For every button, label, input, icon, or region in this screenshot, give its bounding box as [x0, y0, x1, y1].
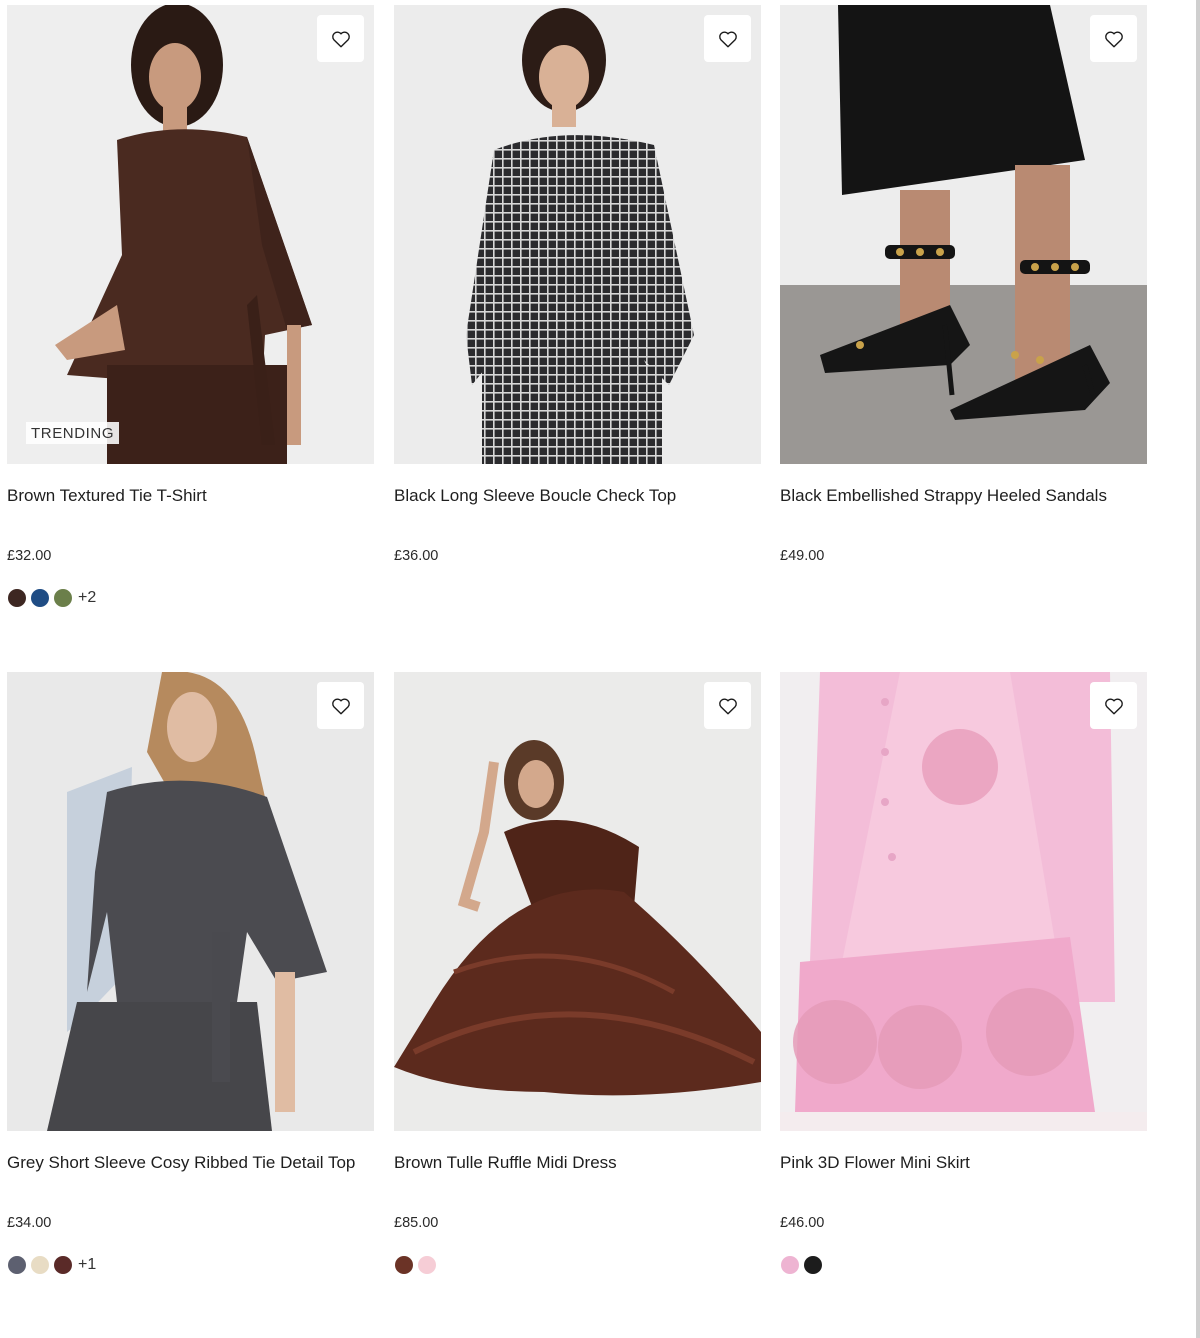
- product-image[interactable]: [780, 5, 1147, 464]
- product-photo-brown-top: [7, 5, 374, 464]
- heart-outline-icon: [331, 698, 350, 714]
- product-image[interactable]: [780, 672, 1147, 1131]
- more-colors-link[interactable]: +1: [78, 1256, 96, 1274]
- product-name[interactable]: Pink 3D Flower Mini Skirt: [780, 1153, 970, 1173]
- scrollbar-track[interactable]: [1196, 0, 1200, 1338]
- product-price: £36.00: [394, 548, 439, 564]
- product-card[interactable]: Brown Tulle Ruffle Midi Dress £85.00: [394, 672, 761, 1274]
- wishlist-button[interactable]: [1090, 682, 1137, 729]
- color-swatch[interactable]: [31, 589, 49, 607]
- product-price: £32.00: [7, 548, 52, 564]
- color-swatch[interactable]: [8, 589, 26, 607]
- product-price: £46.00: [780, 1215, 825, 1231]
- product-price: £49.00: [780, 548, 825, 564]
- heart-outline-icon: [1104, 31, 1123, 47]
- product-price: £34.00: [7, 1215, 52, 1231]
- product-name[interactable]: Grey Short Sleeve Cosy Ribbed Tie Detail…: [7, 1153, 355, 1173]
- color-swatch[interactable]: [54, 1256, 72, 1274]
- product-photo-check-top: [394, 5, 761, 464]
- color-swatch[interactable]: [395, 1256, 413, 1274]
- wishlist-button[interactable]: [704, 682, 751, 729]
- product-image[interactable]: [7, 672, 374, 1131]
- color-swatch[interactable]: [781, 1256, 799, 1274]
- heart-outline-icon: [718, 31, 737, 47]
- product-card[interactable]: Black Long Sleeve Boucle Check Top £36.0…: [394, 5, 761, 564]
- color-swatches: [395, 1256, 436, 1274]
- product-photo-sandals: [780, 5, 1147, 464]
- product-name[interactable]: Brown Tulle Ruffle Midi Dress: [394, 1153, 617, 1173]
- product-name[interactable]: Black Embellished Strappy Heeled Sandals: [780, 486, 1107, 506]
- color-swatch[interactable]: [31, 1256, 49, 1274]
- product-photo-grey-top: [7, 672, 374, 1131]
- color-swatch[interactable]: [804, 1256, 822, 1274]
- color-swatches: +2: [8, 589, 96, 607]
- product-image[interactable]: TRENDING: [7, 5, 374, 464]
- product-card[interactable]: Grey Short Sleeve Cosy Ribbed Tie Detail…: [7, 672, 374, 1274]
- product-card[interactable]: Black Embellished Strappy Heeled Sandals…: [780, 5, 1147, 564]
- heart-outline-icon: [1104, 698, 1123, 714]
- product-name[interactable]: Black Long Sleeve Boucle Check Top: [394, 486, 676, 506]
- more-colors-link[interactable]: +2: [78, 589, 96, 607]
- product-name[interactable]: Brown Textured Tie T-Shirt: [7, 486, 207, 506]
- wishlist-button[interactable]: [317, 682, 364, 729]
- product-price: £85.00: [394, 1215, 439, 1231]
- heart-outline-icon: [331, 31, 350, 47]
- color-swatches: +1: [8, 1256, 96, 1274]
- wishlist-button[interactable]: [317, 15, 364, 62]
- product-image[interactable]: [394, 672, 761, 1131]
- color-swatch[interactable]: [418, 1256, 436, 1274]
- product-photo-tulle-dress: [394, 672, 761, 1131]
- product-card[interactable]: TRENDING Brown Textured Tie T-Shirt £32.…: [7, 5, 374, 607]
- heart-outline-icon: [718, 698, 737, 714]
- product-image[interactable]: [394, 5, 761, 464]
- color-swatch[interactable]: [54, 589, 72, 607]
- trending-badge: TRENDING: [26, 422, 120, 444]
- color-swatch[interactable]: [8, 1256, 26, 1274]
- wishlist-button[interactable]: [704, 15, 751, 62]
- scrollbar-thumb[interactable]: [1196, 0, 1200, 1338]
- product-photo-pink-skirt: [780, 672, 1147, 1131]
- color-swatches: [781, 1256, 822, 1274]
- product-card[interactable]: Pink 3D Flower Mini Skirt £46.00: [780, 672, 1147, 1274]
- wishlist-button[interactable]: [1090, 15, 1137, 62]
